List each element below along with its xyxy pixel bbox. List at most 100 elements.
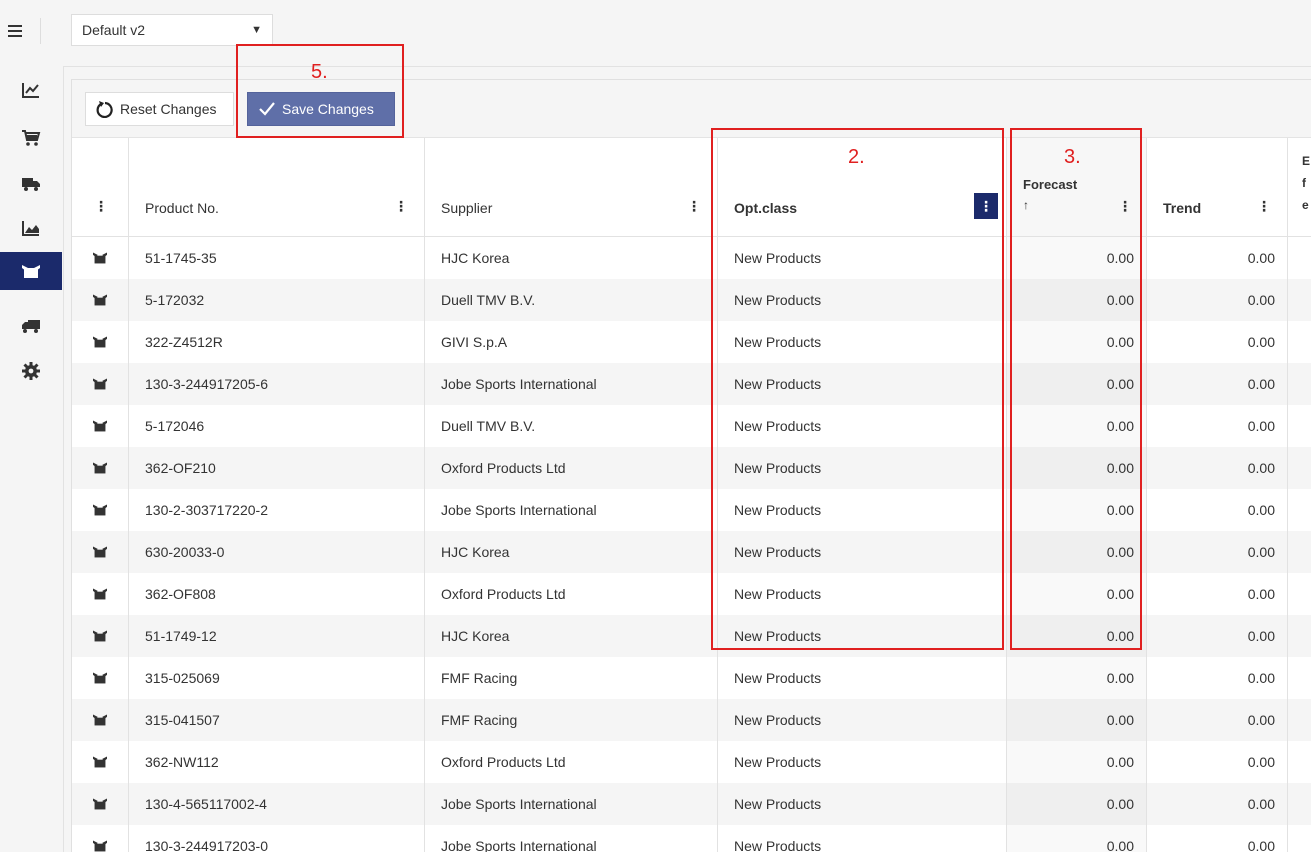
trend-cell: 0.00 [1147,657,1288,699]
table-row[interactable]: 130-4-565117002-4 Jobe Sports Internation… [72,783,1311,825]
table-row[interactable]: 5-172032 Duell TMV B.V. New Products 0.00 0.… [72,279,1311,321]
column-header-next[interactable]: E f e [1288,138,1311,236]
kebab-icon[interactable]: ⋮ [392,196,410,216]
trend-cell: 0.00 [1147,615,1288,657]
opt-class-cell: New Products [718,279,1007,321]
open-box-icon[interactable] [92,587,108,601]
sidebar-item-delivery[interactable] [0,165,63,203]
row-product-cell[interactable] [72,405,129,447]
row-product-cell[interactable] [72,447,129,489]
supplier-cell: HJC Korea [425,237,718,279]
kebab-icon[interactable]: ⋮ [685,196,703,216]
table-row[interactable]: 130-3-244917203-0 Jobe Sports Internation… [72,825,1311,852]
column-header-trend[interactable]: Trend ⋮ [1147,138,1288,236]
table-row[interactable]: 315-025069 FMF Racing New Products 0.00 0.00 [72,657,1311,699]
opt-class-cell: New Products [718,531,1007,573]
row-product-cell[interactable] [72,321,129,363]
column-header-product-no[interactable]: Product No. ⋮ [129,138,425,236]
empty-cell [1288,447,1311,489]
trend-cell: 0.00 [1147,447,1288,489]
open-box-icon[interactable] [92,797,108,811]
row-product-cell[interactable] [72,279,129,321]
sidebar-item-purchase[interactable] [0,119,63,157]
forecast-cell: 0.00 [1007,489,1147,531]
row-product-cell[interactable] [72,657,129,699]
open-box-icon[interactable] [92,251,108,265]
opt-class-cell: New Products [718,825,1007,852]
table-row[interactable]: 130-3-244917205-6 Jobe Sports Internation… [72,363,1311,405]
row-product-cell[interactable] [72,783,129,825]
supplier-cell: Jobe Sports International [425,783,718,825]
open-box-icon[interactable] [92,629,108,643]
supplier-cell: HJC Korea [425,531,718,573]
sidebar [0,66,64,852]
product-no-cell: 51-1749-12 [129,615,425,657]
table-row[interactable]: 630-20033-0 HJC Korea New Products 0.00 0.00 [72,531,1311,573]
reset-changes-button[interactable]: Reset Changes [85,92,234,126]
trend-cell: 0.00 [1147,531,1288,573]
save-changes-button[interactable]: Save Changes [247,92,395,126]
area-chart-icon [22,221,39,236]
empty-cell [1288,615,1311,657]
row-product-cell[interactable] [72,825,129,852]
kebab-icon[interactable]: ⋮ [1116,196,1134,216]
row-product-cell[interactable] [72,699,129,741]
open-box-icon[interactable] [92,503,108,517]
sidebar-item-settings[interactable] [0,352,63,390]
open-box-icon[interactable] [92,755,108,769]
open-box-icon[interactable] [92,461,108,475]
open-box-icon[interactable] [92,293,108,307]
open-box-icon[interactable] [92,545,108,559]
sidebar-item-transport[interactable] [0,307,63,345]
open-box-icon[interactable] [92,419,108,433]
table-row[interactable]: 51-1749-12 HJC Korea New Products 0.00 0.00 [72,615,1311,657]
layout-select[interactable]: Default v2 ▼ [71,14,273,46]
sidebar-item-products[interactable] [0,252,62,290]
empty-cell [1288,741,1311,783]
table-row[interactable]: 362-NW112 Oxford Products Ltd New Products… [72,741,1311,783]
reset-changes-label: Reset Changes [120,101,217,117]
product-no-cell: 315-041507 [129,699,425,741]
open-box-icon[interactable] [92,377,108,391]
table-row[interactable]: 362-OF210 Oxford Products Ltd New Products… [72,447,1311,489]
column-header-supplier[interactable]: Supplier ⋮ [425,138,718,236]
row-product-cell[interactable] [72,363,129,405]
product-no-cell: 315-025069 [129,657,425,699]
kebab-icon[interactable]: ⋮ [974,193,998,219]
open-box-icon [22,265,40,278]
table-row[interactable]: 130-2-303717220-2 Jobe Sports Internation… [72,489,1311,531]
opt-class-cell: New Products [718,573,1007,615]
row-product-cell[interactable] [72,615,129,657]
hamburger-icon[interactable] [0,14,30,48]
truck-icon [22,320,40,333]
row-product-cell[interactable] [72,531,129,573]
open-box-icon[interactable] [92,839,108,852]
open-box-icon[interactable] [92,671,108,685]
table-row[interactable]: 322-Z4512R GIVI S.p.A New Products 0.00 0.00 [72,321,1311,363]
open-box-icon[interactable] [92,713,108,727]
table-row[interactable]: 362-OF808 Oxford Products Ltd New Products… [72,573,1311,615]
trend-cell: 0.00 [1147,321,1288,363]
sort-ascending-icon: ↑ [1023,198,1029,212]
row-product-cell[interactable] [72,573,129,615]
row-product-cell[interactable] [72,741,129,783]
empty-cell [1288,237,1311,279]
supplier-cell: Jobe Sports International [425,825,718,852]
opt-class-cell: New Products [718,657,1007,699]
row-product-cell[interactable] [72,237,129,279]
kebab-icon[interactable]: ⋮ [1255,196,1273,216]
table-row[interactable]: 5-172046 Duell TMV B.V. New Products 0.00 0.… [72,405,1311,447]
open-box-icon[interactable] [92,335,108,349]
kebab-icon[interactable]: ⋮ [92,196,110,216]
table-row[interactable]: 51-1745-35 HJC Korea New Products 0.00 0.00 [72,237,1311,279]
table-row[interactable]: 315-041507 FMF Racing New Products 0.00 0.00 [72,699,1311,741]
sidebar-item-reports[interactable] [0,209,63,247]
empty-cell [1288,405,1311,447]
product-no-cell: 362-OF210 [129,447,425,489]
layout-select-value: Default v2 [82,22,146,38]
column-header-label: Opt.class [734,200,798,216]
product-no-cell: 630-20033-0 [129,531,425,573]
supplier-cell: Oxford Products Ltd [425,573,718,615]
row-product-cell[interactable] [72,489,129,531]
sidebar-item-analytics[interactable] [0,71,63,109]
